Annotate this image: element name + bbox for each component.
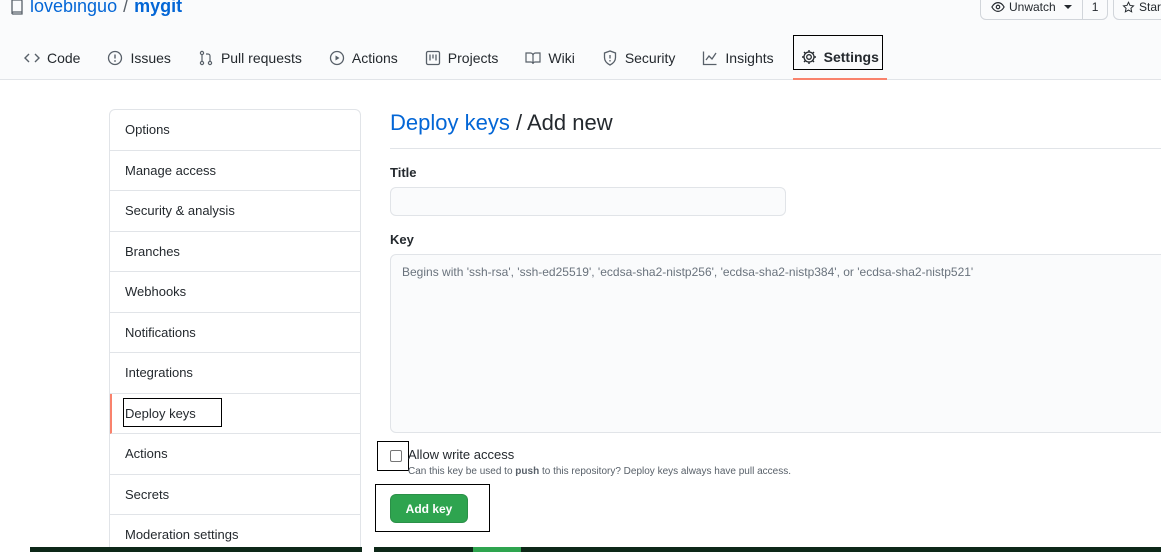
tab-pull-requests[interactable]: Pull requests — [190, 36, 310, 80]
tab-label: Insights — [725, 50, 774, 66]
star-label: Star — [1139, 0, 1161, 14]
tab-code[interactable]: Code — [16, 36, 88, 80]
deploy-key-form: Deploy keys / Add new Title Key Begins w… — [390, 110, 1161, 433]
sidebar-item-notifications[interactable]: Notifications — [110, 313, 360, 353]
bottom-strip-gap — [0, 547, 30, 552]
title-input[interactable] — [390, 187, 786, 216]
bottom-strip — [0, 547, 1161, 552]
graph-icon — [703, 51, 717, 66]
page-title: Deploy keys / Add new — [390, 110, 1161, 149]
tab-issues[interactable]: Issues — [99, 36, 178, 80]
repo-tabs: Code Issues Pull requests Actions Projec… — [16, 35, 898, 80]
tab-insights[interactable]: Insights — [694, 36, 781, 80]
tab-settings[interactable]: Settings — [792, 35, 887, 80]
project-icon — [425, 50, 440, 66]
tab-security[interactable]: Security — [594, 36, 684, 80]
sidebar-item-label: Security & analysis — [125, 203, 235, 219]
issue-icon — [108, 50, 123, 66]
tab-label: Pull requests — [220, 50, 302, 66]
repo-icon — [11, 0, 23, 15]
allow-write-checkbox[interactable] — [390, 450, 402, 462]
sidebar-item-actions[interactable]: Actions — [110, 434, 360, 475]
allow-write-note-suffix: to this repository? Deploy keys always h… — [539, 466, 791, 477]
repo-owner-link[interactable]: lovebinguo — [30, 0, 117, 17]
bottom-strip-accent — [473, 547, 521, 552]
title-field-label: Title — [390, 165, 417, 180]
sidebar-item-label: Webhooks — [125, 284, 187, 300]
bottom-strip-gap — [362, 547, 374, 552]
sidebar-item-label: Notifications — [125, 324, 196, 340]
annotation-outline-settings — [792, 35, 883, 70]
sidebar-item-label: Manage access — [125, 162, 217, 178]
star-icon — [1122, 0, 1135, 13]
allow-write-note: Can this key be used to push to this rep… — [408, 466, 791, 477]
sidebar-item-label: Secrets — [125, 486, 170, 502]
key-field-label: Key — [390, 232, 414, 247]
chevron-down-icon — [1063, 5, 1072, 9]
key-placeholder: Begins with 'ssh-rsa', 'ssh-ed25519', 'e… — [402, 265, 974, 279]
sidebar-item-security-analysis[interactable]: Security & analysis — [110, 191, 360, 232]
tab-label: Code — [47, 50, 81, 66]
star-button[interactable]: Star — [1113, 0, 1161, 20]
sidebar-item-label: Branches — [125, 243, 180, 259]
pull-request-icon — [199, 50, 213, 66]
code-icon — [24, 53, 40, 63]
allow-write-note-prefix: Can this key be used to — [408, 466, 516, 477]
sidebar-item-options[interactable]: Options — [110, 110, 360, 151]
annotation-outline-deploy-keys — [123, 397, 222, 427]
tab-wiki[interactable]: Wiki — [517, 36, 582, 80]
repo-title: lovebinguo / mygit — [10, 0, 182, 17]
allow-write-note-bold: push — [515, 466, 540, 477]
page-title-rest: / Add new — [509, 110, 613, 135]
settings-sidebar: Options Manage access Security & analysi… — [109, 109, 361, 552]
eye-icon — [991, 2, 1005, 12]
add-key-button[interactable]: Add key — [390, 494, 468, 523]
play-icon — [329, 50, 345, 66]
repo-header: lovebinguo / mygit Unwatch 1 Star Code I… — [0, 0, 1161, 80]
tab-label: Issues — [130, 50, 171, 66]
allow-write-label: Allow write access — [408, 447, 515, 462]
sidebar-item-secrets[interactable]: Secrets — [110, 475, 360, 515]
sidebar-item-webhooks[interactable]: Webhooks — [110, 272, 360, 313]
tab-label: Projects — [447, 50, 499, 66]
unwatch-label: Unwatch — [1009, 0, 1056, 14]
sidebar-item-branches[interactable]: Branches — [110, 232, 360, 272]
repo-name-link[interactable]: mygit — [134, 0, 182, 17]
tab-label: Actions — [351, 50, 398, 66]
watch-group: Unwatch 1 — [980, 0, 1109, 20]
sidebar-item-integrations[interactable]: Integrations — [110, 353, 360, 394]
sidebar-item-label: Actions — [125, 446, 168, 462]
tab-label: Security — [624, 50, 676, 66]
sidebar-item-manage-access[interactable]: Manage access — [110, 151, 360, 191]
sidebar-item-label: Options — [125, 122, 170, 138]
book-icon — [525, 52, 541, 65]
deploy-keys-breadcrumb-link[interactable]: Deploy keys — [390, 110, 510, 135]
tab-label: Wiki — [548, 50, 575, 66]
unwatch-button[interactable]: Unwatch — [980, 0, 1083, 20]
sidebar-item-deploy-keys[interactable]: Deploy keys — [110, 393, 360, 434]
tab-actions[interactable]: Actions — [321, 36, 406, 80]
shield-icon — [603, 50, 616, 66]
tab-projects[interactable]: Projects — [417, 36, 507, 80]
key-textarea[interactable]: Begins with 'ssh-rsa', 'ssh-ed25519', 'e… — [390, 254, 1161, 433]
watchers-count[interactable]: 1 — [1082, 0, 1109, 20]
repo-separator: / — [123, 0, 129, 16]
sidebar-item-label: Moderation settings — [125, 527, 239, 543]
sidebar-item-label: Integrations — [125, 365, 193, 381]
